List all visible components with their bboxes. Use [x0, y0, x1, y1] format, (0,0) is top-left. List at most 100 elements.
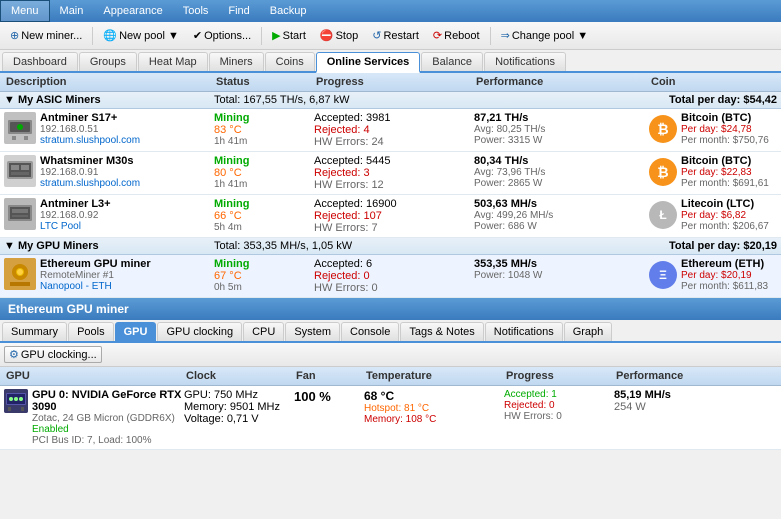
detail-tab-bar: Summary Pools GPU GPU clocking CPU Syste… — [0, 320, 781, 343]
miner-info: Whatsminer M30s 192.168.0.91 stratum.slu… — [4, 155, 214, 189]
menu-item-appearance[interactable]: Appearance — [93, 0, 172, 22]
miner-coin: ₿ Bitcoin (BTC) Per day: $24,78 Per mont… — [649, 112, 779, 146]
miner-ip: RemoteMiner #1 — [40, 270, 151, 281]
menu-item-tools[interactable]: Tools — [173, 0, 219, 22]
miner-performance: 353,35 MH/s Power: 1048 W — [474, 258, 649, 281]
options-button[interactable]: ✔ Options... — [187, 25, 257, 47]
tab-miners[interactable]: Miners — [209, 52, 264, 71]
miner-name: Ethereum GPU miner — [40, 258, 151, 270]
gpu-section-label: ▼ My GPU Miners — [4, 240, 214, 252]
table-row[interactable]: Antminer S17+ 192.168.0.51 stratum.slush… — [0, 109, 781, 152]
tab-heatmap[interactable]: Heat Map — [138, 52, 208, 71]
menu-item-menu[interactable]: Menu — [0, 0, 50, 22]
restart-button[interactable]: ↺ Restart — [366, 25, 425, 47]
gpu-col-fan: Fan — [294, 369, 364, 383]
miner-text: Whatsminer M30s 192.168.0.91 stratum.slu… — [40, 155, 140, 189]
reboot-icon: ⟳ — [433, 29, 442, 42]
new-pool-button[interactable]: 🌐 New pool ▼ — [97, 25, 185, 47]
table-row[interactable]: Whatsminer M30s 192.168.0.91 stratum.slu… — [0, 152, 781, 195]
miner-name: Antminer L3+ — [40, 198, 111, 210]
gpu-total-per-day: Total per day: $20,19 — [647, 240, 777, 252]
new-miner-button[interactable]: ⊕ New miner... — [4, 25, 88, 47]
gpu-col-progress: Progress — [504, 369, 614, 383]
miner-coin: Ξ Ethereum (ETH) Per day: $20,19 Per mon… — [649, 258, 779, 292]
detail-tab-notifications[interactable]: Notifications — [485, 322, 563, 341]
tab-dashboard[interactable]: Dashboard — [2, 52, 78, 71]
gpu-miner-icon — [4, 258, 36, 290]
detail-tab-tags[interactable]: Tags & Notes — [400, 322, 483, 341]
gpu-device-icon — [4, 389, 28, 413]
table-row[interactable]: Antminer L3+ 192.168.0.92 LTC Pool Minin… — [0, 195, 781, 238]
detail-tab-gpu[interactable]: GPU — [115, 322, 157, 341]
col-status: Status — [214, 75, 314, 89]
gpu-section-row: ▼ My GPU Miners Total: 353,35 MH/s, 1,05… — [0, 238, 781, 255]
detail-tab-pools[interactable]: Pools — [68, 322, 114, 341]
start-icon: ▶ — [272, 29, 280, 42]
tab-online-services[interactable]: Online Services — [316, 52, 421, 73]
menu-item-find[interactable]: Find — [218, 0, 259, 22]
miner-ip: 192.168.0.91 — [40, 167, 140, 178]
gpu-col-perf: Performance — [614, 369, 744, 383]
toolbar: ⊕ New miner... 🌐 New pool ▼ ✔ Options...… — [0, 22, 781, 50]
table-row[interactable]: GPU 0: NVIDIA GeForce RTX 3090 Zotac, 24… — [0, 386, 781, 450]
gpu-progress: Accepted: 1 Rejected: 0 HW Errors: 0 — [504, 389, 614, 422]
col-progress: Progress — [314, 75, 474, 89]
sep3 — [490, 27, 491, 45]
table-header: Description Status Progress Performance … — [0, 73, 781, 92]
detail-tab-summary[interactable]: Summary — [2, 322, 67, 341]
miner-ip: 192.168.0.92 — [40, 210, 111, 221]
tab-balance[interactable]: Balance — [421, 52, 483, 71]
miner-status: Mining 66 °C 5h 4m — [214, 198, 314, 233]
miner-icon — [4, 155, 36, 187]
tab-groups[interactable]: Groups — [79, 52, 137, 71]
miner-performance: 87,21 TH/s Avg: 80,25 TH/s Power: 3315 W — [474, 112, 649, 146]
change-pool-button[interactable]: ⇒ Change pool ▼ — [495, 25, 595, 47]
menu-bar: Menu Main Appearance Tools Find Backup — [0, 0, 781, 22]
btc-icon: ₿ — [649, 115, 677, 143]
detail-tab-graph[interactable]: Graph — [564, 322, 613, 341]
miner-pool: stratum.slushpool.com — [40, 135, 140, 146]
eth-icon: Ξ — [649, 261, 677, 289]
coin-details: Litecoin (LTC) Per day: $6,82 Per month:… — [681, 198, 769, 232]
detail-tab-console[interactable]: Console — [341, 322, 399, 341]
col-performance: Performance — [474, 75, 649, 89]
gpu-toolbar: ⚙ GPU clocking... — [0, 343, 781, 367]
coin-details: Bitcoin (BTC) Per day: $24,78 Per month:… — [681, 112, 769, 146]
detail-tab-system[interactable]: System — [285, 322, 340, 341]
table-row[interactable]: Ethereum GPU miner RemoteMiner #1 Nanopo… — [0, 255, 781, 298]
miner-progress: Accepted: 16900 Rejected: 107 HW Errors:… — [314, 198, 474, 234]
reboot-button[interactable]: ⟳ Reboot — [427, 25, 486, 47]
gpu-device-info: GPU 0: NVIDIA GeForce RTX 3090 Zotac, 24… — [32, 389, 184, 446]
gpu-col-gpu: GPU — [4, 369, 184, 383]
main-tab-bar: Dashboard Groups Heat Map Miners Coins O… — [0, 50, 781, 73]
asic-section-label: ▼ My ASIC Miners — [4, 94, 214, 106]
miner-pool: Nanopool - ETH — [40, 281, 151, 292]
sep2 — [261, 27, 262, 45]
sep1 — [92, 27, 93, 45]
change-pool-icon: ⇒ — [501, 29, 510, 42]
start-button[interactable]: ▶ Start — [266, 25, 312, 47]
pool-icon: 🌐 — [103, 29, 117, 42]
miner-info: Ethereum GPU miner RemoteMiner #1 Nanopo… — [4, 258, 214, 292]
miner-pool: LTC Pool — [40, 221, 111, 232]
detail-tab-cpu[interactable]: CPU — [243, 322, 284, 341]
menu-item-backup[interactable]: Backup — [260, 0, 317, 22]
stop-button[interactable]: ⛔ Stop — [314, 25, 364, 47]
restart-icon: ↺ — [372, 29, 381, 42]
gpu-clocking-button[interactable]: ⚙ GPU clocking... — [4, 346, 102, 363]
detail-tab-gpu-clocking[interactable]: GPU clocking — [157, 322, 242, 341]
tab-coins[interactable]: Coins — [265, 52, 315, 71]
miner-info: Antminer L3+ 192.168.0.92 LTC Pool — [4, 198, 214, 232]
gpu-col-clock: Clock — [184, 369, 294, 383]
coin-details: Bitcoin (BTC) Per day: $22,83 Per month:… — [681, 155, 769, 189]
detail-panel-header: Ethereum GPU miner — [0, 298, 781, 320]
miner-progress: Accepted: 3981 Rejected: 4 HW Errors: 24 — [314, 112, 474, 148]
miner-text: Ethereum GPU miner RemoteMiner #1 Nanopo… — [40, 258, 151, 292]
gpu-fan: 100 % — [294, 389, 364, 404]
ltc-icon: Ł — [649, 201, 677, 229]
asic-total-per-day: Total per day: $54,42 — [647, 94, 777, 106]
gpu-total: Total: 353,35 MH/s, 1,05 kW — [214, 240, 647, 252]
asic-section-row: ▼ My ASIC Miners Total: 167,55 TH/s, 6,8… — [0, 92, 781, 109]
tab-notifications[interactable]: Notifications — [484, 52, 566, 71]
menu-item-main[interactable]: Main — [50, 0, 94, 22]
